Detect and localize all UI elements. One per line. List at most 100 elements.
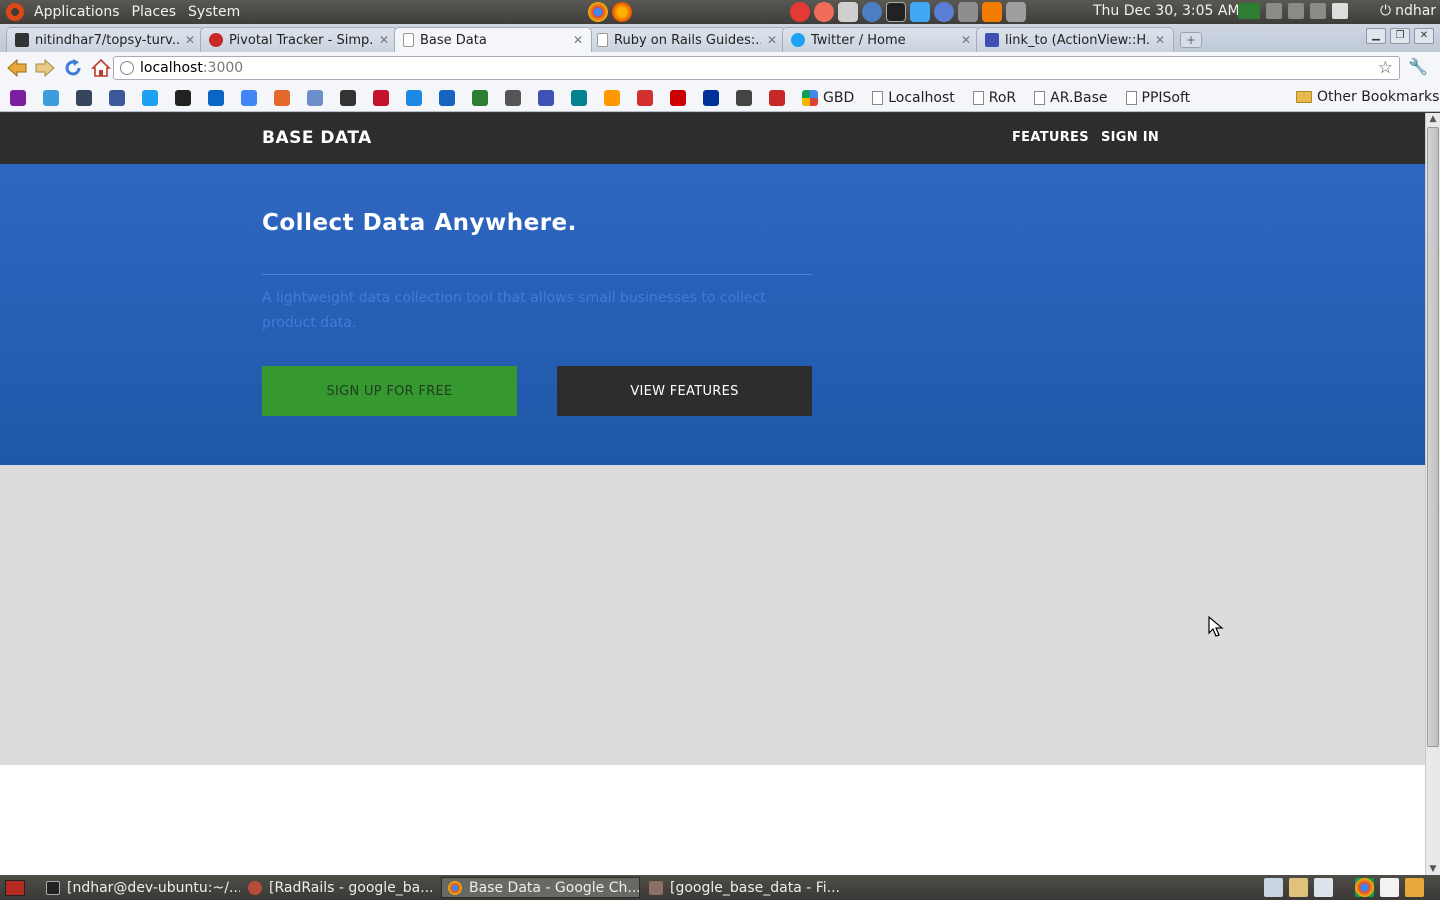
close-icon[interactable]: ✕: [1155, 33, 1165, 47]
pidgin-icon[interactable]: [862, 2, 882, 22]
hero-divider: [262, 274, 812, 275]
bottom-tray: [1264, 878, 1424, 897]
bookmark-ror[interactable]: RoR: [972, 90, 1016, 106]
chrome-icon[interactable]: [1355, 878, 1374, 897]
nav-signin-link[interactable]: SIGN IN: [1101, 130, 1159, 145]
flash-icon[interactable]: [910, 2, 930, 22]
volume-icon[interactable]: [1266, 3, 1282, 19]
bookmark-ppisoft[interactable]: PPISoft: [1125, 90, 1190, 106]
app-icon[interactable]: [814, 2, 834, 22]
bookmark-favicon-icon[interactable]: [373, 89, 389, 106]
bookmark-favicon-icon[interactable]: [208, 89, 224, 106]
bookmark-ar-base[interactable]: AR.Base: [1034, 90, 1108, 106]
menu-system[interactable]: System: [182, 4, 246, 20]
bookmark-favicon-icon[interactable]: [769, 89, 785, 106]
trash-icon[interactable]: [1405, 878, 1424, 897]
scroll-down-icon[interactable]: ▼: [1428, 864, 1438, 874]
tab-title: Base Data: [420, 32, 487, 48]
ubuntu-logo-icon[interactable]: [6, 3, 24, 21]
forward-button[interactable]: [34, 57, 56, 79]
app-icon[interactable]: [958, 2, 978, 22]
close-window-button[interactable]: ✕: [1414, 28, 1434, 44]
bookmark-gbd[interactable]: GBD: [802, 89, 854, 106]
star-icon[interactable]: ☆: [1378, 58, 1393, 78]
menu-places[interactable]: Places: [126, 4, 183, 20]
address-bar[interactable]: localhost:3000 ☆: [113, 56, 1400, 80]
url-port: :3000: [202, 60, 244, 76]
bookmark-favicon-icon[interactable]: [109, 89, 125, 106]
show-desktop-button[interactable]: [5, 880, 25, 896]
screenshot-icon[interactable]: [838, 2, 858, 22]
bookmark-favicon-icon[interactable]: [175, 89, 191, 106]
scroll-up-icon[interactable]: ▲: [1428, 114, 1438, 124]
vertical-scrollbar[interactable]: ▲ ▼: [1425, 113, 1440, 875]
site-brand[interactable]: BASE DATA: [262, 128, 372, 148]
tab-rails-guides[interactable]: Ruby on Rails Guides:... ✕: [588, 27, 786, 52]
search-icon[interactable]: [1380, 878, 1399, 897]
signal-icon[interactable]: [1288, 3, 1304, 19]
clock[interactable]: Thu Dec 30, 3:05 AM: [1093, 3, 1240, 19]
vlc-icon[interactable]: [982, 2, 1002, 22]
bookmark-favicon-icon[interactable]: [736, 89, 752, 106]
wrench-icon[interactable]: 🔧: [1408, 57, 1428, 76]
bookmark-favicon-icon[interactable]: [406, 89, 422, 106]
system-monitor-icon[interactable]: [1238, 3, 1260, 19]
tab-twitter[interactable]: Twitter / Home ✕: [782, 27, 980, 52]
maximize-button[interactable]: ❐: [1390, 28, 1410, 44]
chrome-launcher-icon[interactable]: [588, 2, 608, 22]
bookmark-favicon-icon[interactable]: [505, 89, 521, 106]
bookmark-favicon-icon[interactable]: [340, 89, 356, 106]
bookmark-favicon-icon[interactable]: [472, 89, 488, 106]
bookmark-favicon-icon[interactable]: [571, 89, 587, 106]
bookmark-localhost[interactable]: Localhost: [872, 90, 955, 106]
firefox-launcher-icon[interactable]: [612, 2, 632, 22]
nav-features-link[interactable]: FEATURES: [1012, 130, 1089, 145]
network-icon[interactable]: [934, 2, 954, 22]
bookmark-favicon-icon[interactable]: [439, 89, 455, 106]
notes-icon[interactable]: [1332, 3, 1348, 19]
task-terminal[interactable]: [ndhar@dev-ubuntu:~/...: [40, 877, 240, 898]
scrollbar-thumb[interactable]: [1427, 127, 1439, 747]
user-menu[interactable]: ⏻ ndhar: [1380, 3, 1436, 19]
bookmark-favicon-icon[interactable]: [142, 89, 158, 106]
calculator-icon[interactable]: [1006, 2, 1026, 22]
close-icon[interactable]: ✕: [767, 33, 777, 47]
close-icon[interactable]: ✕: [961, 33, 971, 47]
bookmark-favicon-icon[interactable]: [43, 89, 59, 106]
close-icon[interactable]: ✕: [185, 33, 195, 47]
signup-button[interactable]: SIGN UP FOR FREE: [262, 366, 517, 416]
back-button[interactable]: [6, 57, 28, 79]
tab-pivotal[interactable]: Pivotal Tracker - Simp... ✕: [200, 27, 398, 52]
new-tab-button[interactable]: +: [1180, 32, 1202, 48]
bookmark-favicon-icon[interactable]: [307, 89, 323, 106]
bookmark-favicon-icon[interactable]: [703, 89, 719, 106]
home-button[interactable]: [90, 57, 112, 79]
bookmark-favicon-icon[interactable]: [76, 89, 92, 106]
task-radrails[interactable]: [RadRails - google_ba...: [242, 877, 438, 898]
bookmark-favicon-icon[interactable]: [670, 89, 686, 106]
task-file-manager[interactable]: [google_base_data - Fi...: [643, 877, 843, 898]
bookmark-favicon-icon[interactable]: [241, 89, 257, 106]
tab-apidock[interactable]: link_to (ActionView::H... ✕: [976, 27, 1174, 52]
bookmark-favicon-icon[interactable]: [538, 89, 554, 106]
bookmark-favicon-icon[interactable]: [10, 89, 26, 106]
other-bookmarks[interactable]: Other Bookmarks: [1296, 89, 1439, 105]
workspace-icon[interactable]: [1289, 878, 1308, 897]
terminal-icon[interactable]: [886, 2, 906, 22]
task-chrome[interactable]: Base Data - Google Ch...: [441, 877, 640, 898]
app-icon[interactable]: [790, 2, 810, 22]
reload-button[interactable]: [62, 57, 84, 79]
close-icon[interactable]: ✕: [379, 33, 389, 47]
bluetooth-icon[interactable]: [1310, 3, 1326, 19]
bookmark-favicon-icon[interactable]: [637, 89, 653, 106]
bookmark-favicon-icon[interactable]: [604, 89, 620, 106]
workspace-icon[interactable]: [1264, 878, 1283, 897]
bookmark-favicon-icon[interactable]: [274, 89, 290, 106]
tab-base-data[interactable]: Base Data ✕: [394, 27, 592, 52]
close-icon[interactable]: ✕: [573, 33, 583, 47]
minimize-button[interactable]: ▁: [1366, 28, 1386, 44]
workspace-icon[interactable]: [1314, 878, 1333, 897]
menu-applications[interactable]: Applications: [28, 4, 126, 20]
view-features-button[interactable]: VIEW FEATURES: [557, 366, 812, 416]
tab-github[interactable]: nitindhar7/topsy-turv... ✕: [6, 27, 204, 52]
